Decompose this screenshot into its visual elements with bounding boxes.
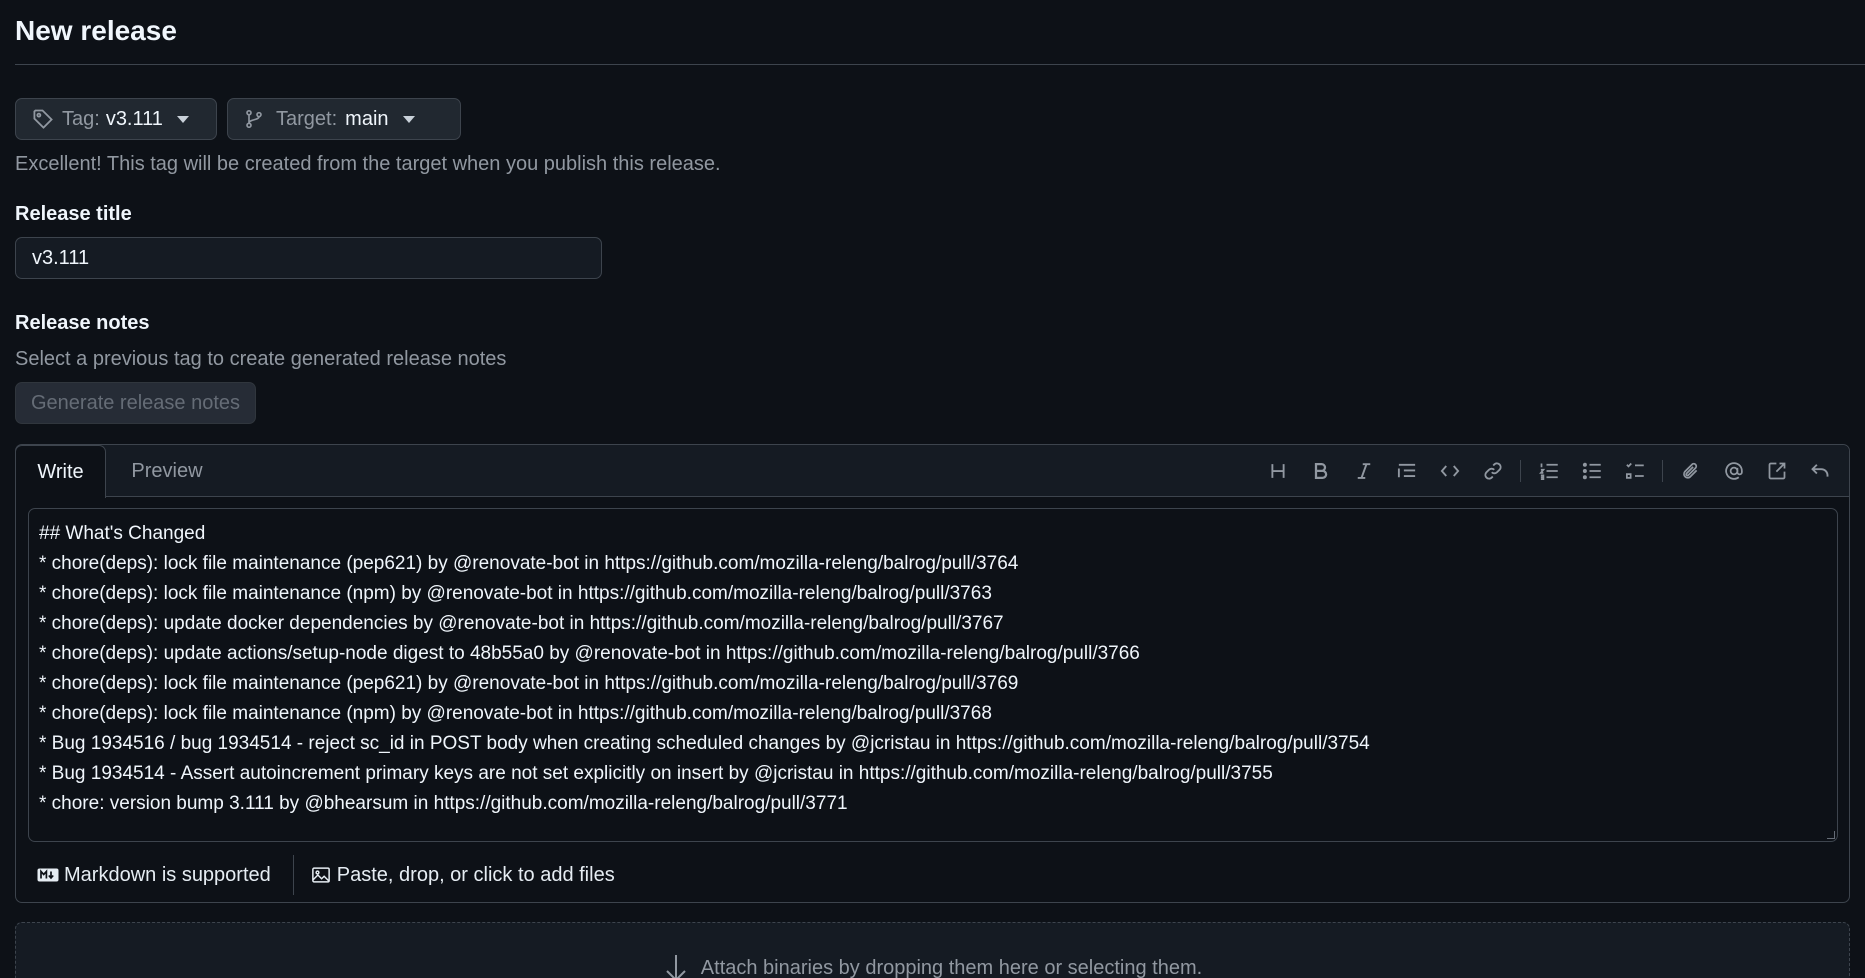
mention-icon[interactable] (1712, 451, 1755, 491)
markdown-editor: Write Preview ## What's Changed * chore(… (15, 444, 1850, 903)
notes-line: * chore(deps): lock file maintenance (pe… (39, 553, 1019, 574)
formatting-toolbar (1256, 445, 1841, 497)
tag-value: v3.111 (105, 107, 163, 130)
target-picker-button[interactable]: Target: main (227, 98, 461, 140)
dropzone-content: Attach binaries by dropping them here or… (16, 953, 1849, 978)
chevron-down-icon (176, 115, 189, 123)
editor-footer: Markdown is supported Paste, drop, or cl… (16, 847, 1849, 903)
unordered-list-icon[interactable] (1570, 451, 1613, 491)
notes-line: * chore(deps): update actions/setup-node… (39, 643, 1140, 664)
dropzone-text: Attach binaries by dropping them here or… (700, 956, 1203, 978)
target-label: Target: (276, 107, 338, 130)
files-note: Paste, drop, or click to add files (336, 863, 615, 886)
binaries-dropzone[interactable]: Attach binaries by dropping them here or… (15, 922, 1850, 978)
release-notes-textarea[interactable]: ## What's Changed * chore(deps): lock fi… (28, 508, 1838, 842)
tag-picker-button[interactable]: Tag: v3.111 (15, 98, 217, 140)
reference-icon[interactable] (1755, 451, 1798, 491)
arrow-down-icon (666, 955, 686, 978)
heading-icon[interactable] (1256, 451, 1299, 491)
toolbar-divider (1662, 460, 1663, 482)
chevron-down-icon (402, 115, 415, 123)
notes-line: * Bug 1934516 / bug 1934514 - reject sc_… (39, 733, 1370, 754)
resize-handle[interactable] (1827, 831, 1835, 839)
add-files-button[interactable]: Paste, drop, or click to add files (294, 864, 615, 887)
ordered-list-icon[interactable] (1527, 451, 1570, 491)
notes-line: * Bug 1934514 - Assert autoincrement pri… (39, 763, 1273, 784)
markdown-icon (37, 868, 59, 882)
tag-label: Tag: (62, 107, 100, 130)
tab-preview[interactable]: Preview (108, 445, 226, 497)
undo-icon[interactable] (1798, 451, 1841, 491)
toolbar-divider (1520, 460, 1521, 482)
tag-hint: Excellent! This tag will be created from… (15, 153, 721, 175)
bold-icon[interactable] (1299, 451, 1342, 491)
release-title-input[interactable] (15, 237, 602, 279)
notes-line: * chore: version bump 3.111 by @bhearsum… (39, 793, 848, 814)
task-list-icon[interactable] (1613, 451, 1656, 491)
release-notes-hint: Select a previous tag to create generate… (15, 348, 507, 370)
target-value: main (345, 107, 389, 130)
notes-line: * chore(deps): lock file maintenance (pe… (39, 673, 1019, 694)
page-title: New release (15, 15, 177, 46)
release-notes-label: Release notes (15, 312, 150, 334)
release-title-label: Release title (15, 203, 132, 225)
quote-icon[interactable] (1385, 451, 1428, 491)
italic-icon[interactable] (1342, 451, 1385, 491)
markdown-note: Markdown is supported (64, 863, 271, 886)
attach-icon[interactable] (1669, 451, 1712, 491)
tag-icon (33, 109, 53, 129)
title-divider (15, 64, 1865, 65)
notes-line: * chore(deps): lock file maintenance (np… (39, 703, 992, 724)
editor-header: Write Preview (15, 445, 1849, 498)
notes-line: * chore(deps): lock file maintenance (np… (39, 583, 992, 604)
tab-write[interactable]: Write (15, 445, 106, 498)
notes-line: ## What's Changed (39, 523, 206, 544)
image-icon (311, 867, 330, 883)
notes-line: * chore(deps): update docker dependencie… (39, 613, 1004, 634)
link-icon[interactable] (1471, 451, 1514, 491)
markdown-supported-link[interactable]: Markdown is supported (16, 855, 294, 895)
generate-release-notes-button[interactable]: Generate release notes (15, 382, 256, 424)
code-icon[interactable] (1428, 451, 1471, 491)
branch-icon (246, 109, 262, 129)
